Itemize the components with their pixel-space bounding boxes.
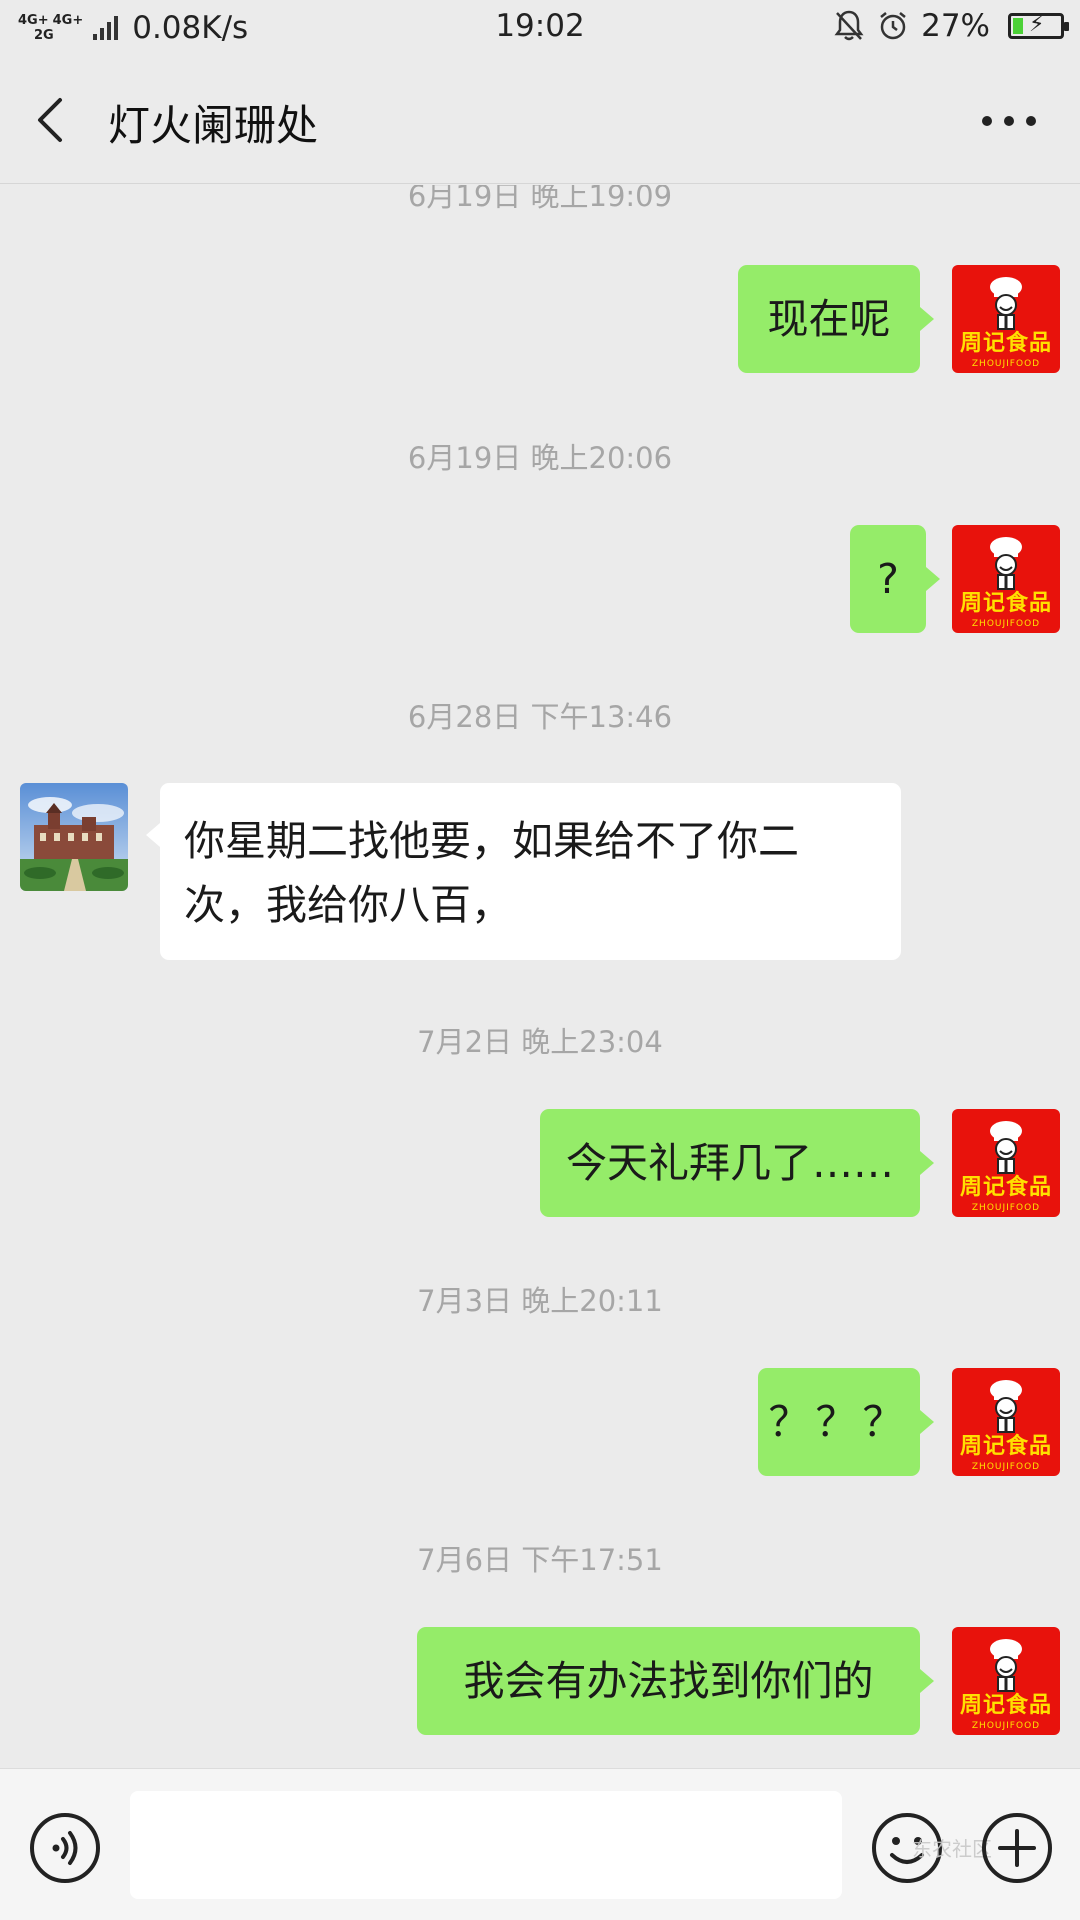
- battery-percent: 27%: [921, 8, 990, 44]
- self-avatar-brand-en: ZHOUJIFOOD: [971, 1203, 1041, 1213]
- message-timestamp: 7月6日 下午17:51: [417, 1543, 663, 1577]
- self-avatar-brand: 周记食品: [959, 1434, 1052, 1459]
- back-button[interactable]: [30, 92, 80, 148]
- message-timestamp: 6月28日 下午13:46: [407, 700, 673, 734]
- chef-logo-icon: [990, 537, 1022, 590]
- message-bubble-sent[interactable]: 今天礼拜几了……: [540, 1109, 934, 1217]
- chef-logo-icon: [990, 1380, 1022, 1433]
- status-bar: 4G+ 4G+ 2G 0.08K/s 19:02 27% ⚡: [0, 0, 1080, 56]
- voice-icon: [30, 1813, 100, 1883]
- self-avatar[interactable]: 周记食品 ZHOUJIFOOD: [952, 525, 1060, 633]
- contact-avatar[interactable]: [20, 783, 128, 891]
- message-list[interactable]: 6月19日 晚上19:09 现在呢 周记食品 ZHOUJIFOOD 6月19日 …: [0, 185, 1080, 1768]
- more-dots-icon: [982, 116, 992, 126]
- chef-logo-icon: [990, 277, 1022, 330]
- message-input[interactable]: [130, 1791, 842, 1899]
- chat-title: 灯火阑珊处: [108, 101, 319, 150]
- self-avatar-brand-en: ZHOUJIFOOD: [971, 1462, 1041, 1472]
- message-bubble-sent[interactable]: 现在呢: [738, 265, 934, 373]
- self-avatar-brand-en: ZHOUJIFOOD: [971, 359, 1041, 369]
- self-avatar-brand: 周记食品: [959, 1693, 1052, 1718]
- alarm-clock-icon: [880, 12, 906, 40]
- chat-header: 灯火阑珊处: [0, 56, 1080, 184]
- message-timestamp: 6月19日 晚上20:06: [407, 441, 673, 475]
- message-bubble-sent[interactable]: ？？？: [758, 1368, 934, 1476]
- mute-bell-icon: [834, 10, 864, 41]
- more-functions-button[interactable]: [980, 1811, 1054, 1885]
- more-button[interactable]: [974, 108, 1044, 134]
- message-bubble-sent[interactable]: ?: [850, 525, 940, 633]
- message-bubble-sent[interactable]: 我会有办法找到你们的: [417, 1627, 934, 1735]
- self-avatar-brand-en: ZHOUJIFOOD: [971, 1721, 1041, 1731]
- self-avatar-brand: 周记食品: [959, 591, 1052, 616]
- voice-button[interactable]: [28, 1811, 102, 1885]
- self-avatar[interactable]: 周记食品 ZHOUJIFOOD: [952, 265, 1060, 373]
- self-avatar[interactable]: 周记食品 ZHOUJIFOOD: [952, 1368, 1060, 1476]
- self-avatar-brand-en: ZHOUJIFOOD: [971, 619, 1041, 629]
- self-avatar-brand: 周记食品: [959, 1175, 1052, 1200]
- battery-icon: ⚡: [1008, 12, 1069, 39]
- self-avatar[interactable]: 周记食品 ZHOUJIFOOD: [952, 1109, 1060, 1217]
- plus-icon: [982, 1813, 1052, 1883]
- chef-logo-icon: [990, 1121, 1022, 1174]
- message-bubble-received[interactable]: 你星期二找他要，如果给不了你二次，我给你八百，: [146, 783, 901, 960]
- status-right: 27% ⚡: [833, 8, 1069, 44]
- castle-photo-icon: [20, 783, 128, 891]
- message-timestamp: 7月2日 晚上23:04: [417, 1025, 663, 1059]
- back-arrow-icon: [38, 98, 62, 142]
- input-bar: 东农社区: [0, 1768, 1080, 1920]
- chef-logo-icon: [990, 1639, 1022, 1692]
- self-avatar-brand: 周记食品: [959, 331, 1052, 356]
- self-avatar[interactable]: 周记食品 ZHOUJIFOOD: [952, 1627, 1060, 1735]
- message-timestamp: 7月3日 晚上20:11: [417, 1284, 663, 1318]
- message-timestamp: 6月19日 晚上19:09: [407, 185, 673, 213]
